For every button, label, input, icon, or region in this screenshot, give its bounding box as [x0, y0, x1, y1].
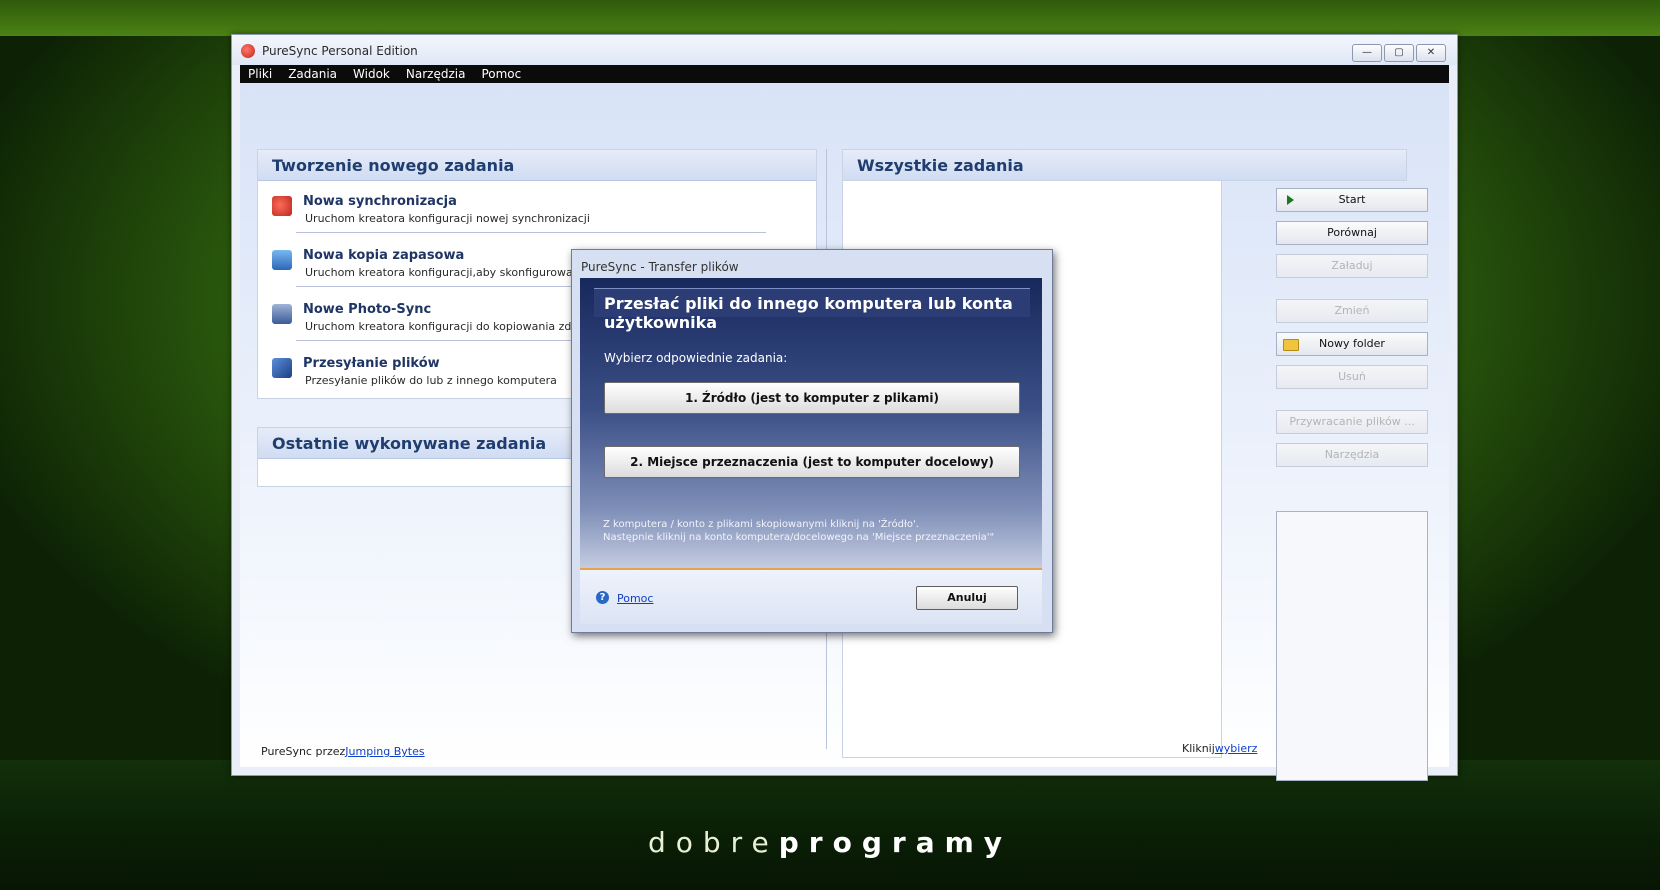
jumping-bytes-link[interactable]: Jumping Bytes [345, 745, 424, 758]
task-title[interactable]: Nowe Photo-Sync [303, 302, 431, 317]
new-task-title: Tworzenie nowego zadania [272, 156, 515, 175]
all-tasks-title: Wszystkie zadania [857, 156, 1024, 175]
title-bar[interactable]: PureSync Personal Edition — ▢ ✕ [232, 35, 1457, 65]
brand-watermark: dobreprogramy [647, 826, 1013, 859]
new-folder-button[interactable]: Nowy folder [1276, 332, 1428, 356]
credits-text: PureSync przez [261, 745, 346, 758]
select-hint: Kliknijwybierz [1182, 742, 1257, 755]
change-button[interactable]: Zmień [1276, 299, 1428, 323]
backup-icon [272, 250, 292, 270]
window-title: PureSync Personal Edition [262, 44, 418, 58]
desktop-top-decoration [0, 0, 1660, 36]
all-tasks-header: Wszystkie zadania [843, 150, 1406, 180]
load-button[interactable]: Załaduj [1276, 254, 1428, 278]
tools-button[interactable]: Narzędzia [1276, 443, 1428, 467]
dialog-subtitle: Wybierz odpowiednie zadania: [604, 351, 788, 365]
dialog-title: PureSync - Transfer plików [581, 260, 739, 274]
dialog-body: Przesłać pliki do innego komputera lub k… [580, 278, 1042, 570]
camera-icon [272, 304, 292, 324]
cancel-button[interactable]: Anuluj [916, 586, 1018, 610]
minimize-button[interactable]: — [1352, 44, 1382, 62]
dialog-footer: ? Pomoc Anuluj [580, 570, 1042, 624]
computers-icon [272, 358, 292, 378]
menu-pomoc[interactable]: Pomoc [473, 65, 529, 83]
transfer-dialog: PureSync - Transfer plików Przesłać plik… [571, 249, 1053, 633]
menu-widok[interactable]: Widok [345, 65, 398, 83]
select-link[interactable]: wybierz [1215, 742, 1258, 755]
task-desc: Uruchom kreatora konfiguracji nowej sync… [305, 212, 590, 225]
menu-bar: Pliki Zadania Widok Narzędzia Pomoc [240, 65, 1449, 83]
sync-icon [272, 196, 292, 216]
select-hint-text: Kliknij [1182, 742, 1215, 755]
recent-tasks-title: Ostatnie wykonywane zadania [272, 434, 547, 453]
folder-icon [1283, 339, 1299, 351]
credits: PureSync przezJumping Bytes [261, 745, 425, 758]
all-tasks-header-panel: Wszystkie zadania [842, 149, 1407, 181]
task-title[interactable]: Nowa kopia zapasowa [303, 248, 464, 263]
menu-narzedzia[interactable]: Narzędzia [398, 65, 474, 83]
destination-button[interactable]: 2. Miejsce przeznaczenia (jest to komput… [604, 446, 1020, 478]
start-button[interactable]: Start [1276, 188, 1428, 212]
play-icon [1287, 195, 1294, 205]
task-title[interactable]: Przesyłanie plików [303, 356, 440, 371]
dialog-heading: Przesłać pliki do innego komputera lub k… [604, 294, 1013, 332]
dialog-note-line: Z komputera / konto z plikami skopiowany… [603, 519, 919, 530]
restore-files-button[interactable]: Przywracanie plików ... [1276, 410, 1428, 434]
menu-pliki[interactable]: Pliki [240, 65, 280, 83]
dialog-note: Z komputera / konto z plikami skopiowany… [603, 518, 994, 544]
dialog-note-line: Następnie kliknij na konto komputera/doc… [603, 532, 995, 543]
help-icon: ? [596, 591, 609, 604]
new-task-header: Tworzenie nowego zadania [258, 150, 816, 181]
details-pane [1276, 511, 1428, 781]
delete-button[interactable]: Usuń [1276, 365, 1428, 389]
compare-button[interactable]: Porównaj [1276, 221, 1428, 245]
app-icon [241, 44, 255, 58]
divider [296, 232, 766, 233]
help-link[interactable]: Pomoc [617, 592, 653, 605]
task-desc: Przesyłanie plików do lub z innego kompu… [305, 374, 557, 387]
source-button[interactable]: 1. Źródło (jest to komputer z plikami) [604, 382, 1020, 414]
menu-zadania[interactable]: Zadania [280, 65, 345, 83]
task-title[interactable]: Nowa synchronizacja [303, 194, 457, 209]
maximize-button[interactable]: ▢ [1384, 44, 1414, 62]
task-desc: Uruchom kreatora konfiguracji do kopiowa… [305, 320, 613, 333]
close-button[interactable]: ✕ [1416, 44, 1446, 62]
